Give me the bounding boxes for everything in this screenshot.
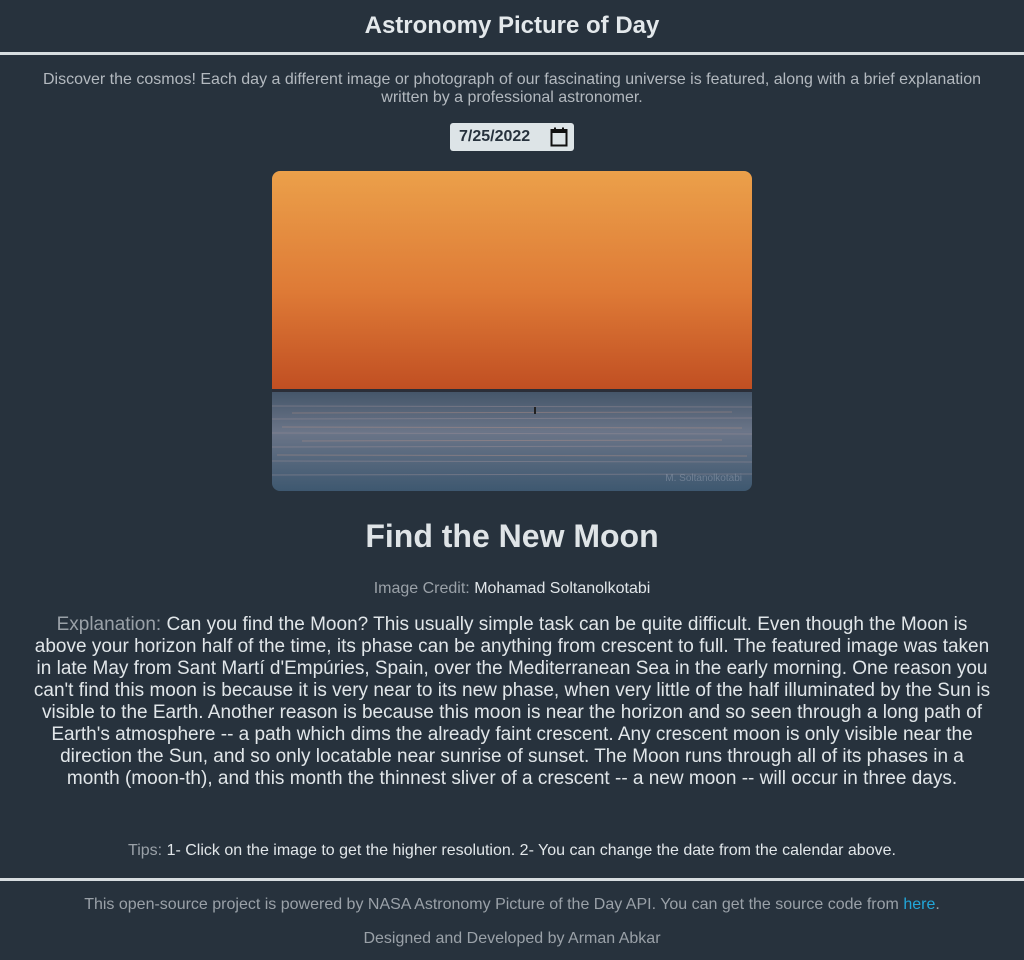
credit-name: Mohamad Soltanolkotabi [474, 580, 651, 597]
date-value: 7/25/2022 [459, 128, 531, 145]
image-credit: Image Credit: Mohamad Soltanolkotabi [0, 579, 1024, 599]
image-watermark: M. Soltanolkotabi [665, 473, 742, 484]
header: Astronomy Picture of Day [0, 0, 1024, 55]
apod-image[interactable]: M. Soltanolkotabi [272, 171, 752, 491]
footer-text-before: This open-source project is powered by N… [84, 896, 904, 913]
tips-label: Tips: [128, 842, 163, 859]
footer-credits: Designed and Developed by Arman Abkar [363, 930, 661, 947]
credit-label: Image Credit: [373, 580, 470, 597]
tips-text: 1- Click on the image to get the higher … [166, 842, 896, 859]
explanation: Explanation: Can you find the Moon? This… [32, 614, 992, 790]
explanation-text: Can you find the Moon? This usually simp… [33, 614, 991, 789]
tips: Tips: 1- Click on the image to get the h… [0, 841, 1024, 861]
apod-image-link[interactable]: M. Soltanolkotabi [272, 171, 752, 491]
date-input[interactable]: 7/25/2022 [450, 123, 574, 151]
page-title: Astronomy Picture of Day [364, 12, 660, 39]
footer-divider [0, 878, 1024, 881]
date-picker-wrapper: 7/25/2022 [0, 123, 1024, 151]
calendar-icon[interactable] [550, 127, 568, 147]
explanation-label: Explanation: [56, 614, 162, 635]
source-code-link[interactable]: here [903, 896, 935, 913]
picture-title: Find the New Moon [365, 518, 659, 554]
intro-text: Discover the cosmos! Each day a differen… [42, 71, 982, 106]
footer-text-after: . [935, 896, 940, 913]
footer-source-text: This open-source project is powered by N… [0, 895, 1024, 915]
